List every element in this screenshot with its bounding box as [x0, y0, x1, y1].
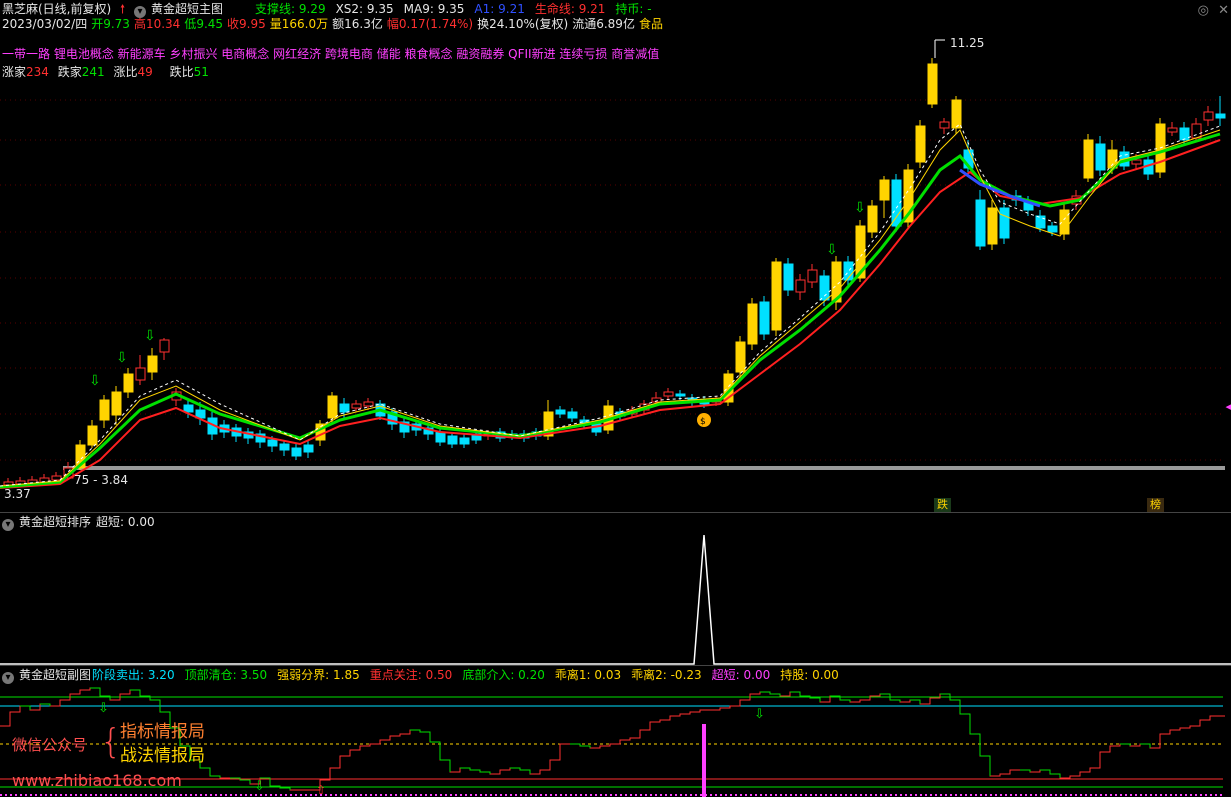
pane-divider-2	[0, 665, 1231, 666]
indicator-value: 强弱分界: 1.85	[277, 668, 360, 682]
svg-text:⇩: ⇩	[144, 328, 156, 344]
svg-text:⇩: ⇩	[254, 779, 265, 794]
watermark-wechat: 微信公众号	[12, 736, 88, 754]
indicator-value: 乖离2: -0.23	[631, 668, 702, 682]
indicator-value: 乖离1: 0.03	[554, 668, 622, 682]
pane2-value: 超短: 0.00	[96, 515, 155, 529]
pane3-title[interactable]: 黄金超短副图	[19, 668, 91, 682]
watermark-line2: 战法情报局	[120, 746, 205, 766]
tag-down: 跌	[934, 498, 951, 512]
watermark-url: www.zhibiao168.com	[12, 771, 182, 790]
indicator-value: 持股: 0.00	[780, 668, 839, 682]
dropdown-icon[interactable]: ▾	[2, 672, 14, 684]
indicator-value: 顶部清仓: 3.50	[184, 668, 268, 682]
svg-text:⇩: ⇩	[116, 350, 128, 366]
brace-icon: {	[100, 722, 122, 762]
svg-text:⇩: ⇩	[826, 242, 838, 258]
pane3-header: ▾ 黄金超短副图	[2, 668, 96, 684]
high-price-label: 11.25	[950, 36, 985, 50]
svg-text:⇩: ⇩	[89, 373, 101, 389]
pane-divider-1	[0, 512, 1231, 513]
svg-text:$: $	[700, 417, 706, 427]
pane2-header: ▾ 黄金超短排序 超短: 0.00	[2, 515, 160, 531]
right-edge-marker: ◂	[1225, 400, 1231, 413]
indicator-value: 阶段卖出: 3.20	[92, 668, 175, 682]
svg-text:⇧: ⇧	[316, 783, 326, 797]
indicator-value: 超短: 0.00	[711, 668, 771, 682]
indicator-value: 底部介入: 0.20	[462, 668, 545, 682]
watermark-line1: 指标情报局	[120, 722, 205, 742]
candlestick-chart[interactable]: ⇩⇩⇩⇩⇩⇩$	[0, 0, 1231, 512]
tag-rank: 榜	[1147, 498, 1164, 512]
svg-text:⇩: ⇩	[754, 707, 765, 722]
indicator-value: 重点关注: 0.50	[369, 668, 453, 682]
dropdown-icon[interactable]: ▾	[2, 519, 14, 531]
svg-text:⇩: ⇩	[98, 701, 109, 716]
pane3-indicator-values: 阶段卖出: 3.20 顶部清仓: 3.50 强弱分界: 1.85 重点关注: 0.50…	[92, 668, 849, 682]
svg-text:⇩: ⇩	[854, 200, 866, 216]
pane2-title[interactable]: 黄金超短排序	[19, 515, 91, 529]
range-label: 75 - 3.84	[74, 473, 128, 487]
low-price-label: 3.37	[4, 487, 31, 501]
